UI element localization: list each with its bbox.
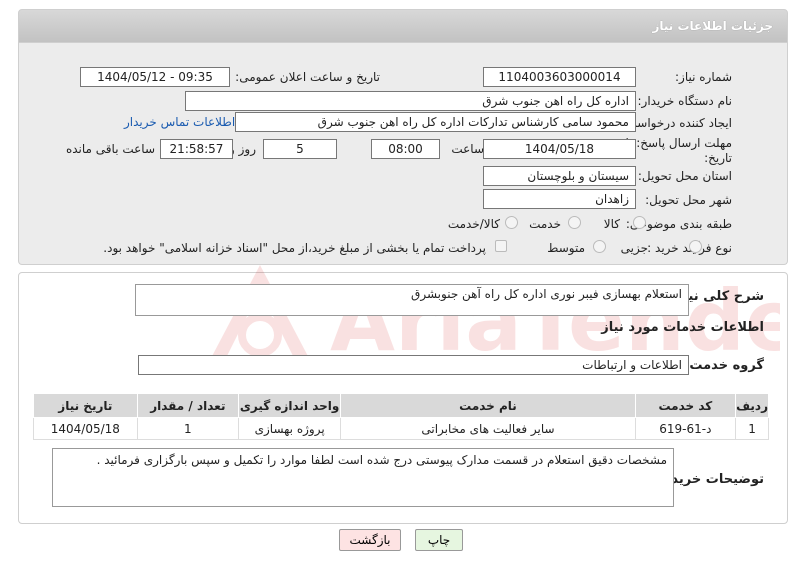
treasury-payment-checkbox[interactable]: [495, 240, 507, 252]
back-button[interactable]: بازگشت: [339, 529, 401, 551]
buyer-org-label: نام دستگاه خریدار:: [637, 94, 733, 108]
category-service-label: خدمت: [529, 217, 561, 231]
cell-quantity: 1: [136, 417, 239, 440]
col-row-number: ردیف: [735, 393, 769, 418]
process-medium-radio[interactable]: [593, 240, 606, 253]
category-goods-label: کالا: [603, 217, 620, 231]
deadline-label: مهلت ارسال پاسخ: تا تاریخ:: [625, 136, 732, 165]
panel-header: جزئیات اطلاعات نیاز: [18, 9, 788, 43]
creator-label: ایجاد کننده درخواست:: [621, 116, 732, 130]
cell-row-number: 1: [735, 417, 769, 440]
cell-service-code: د-61-619: [634, 417, 737, 440]
table-row: 1 د-61-619 سایر فعالیت های مخابراتی پروژ…: [33, 417, 769, 440]
remaining-time-field: 21:58:57: [160, 139, 233, 159]
city-field: زاهدان: [483, 189, 636, 209]
category-both-radio[interactable]: [505, 216, 518, 229]
category-service-radio[interactable]: [568, 216, 581, 229]
services-table: ردیف کد خدمت نام خدمت واحد اندازه گیری ت…: [33, 393, 769, 440]
province-field: سیستان و بلوچستان: [483, 166, 636, 186]
province-label: استان محل تحویل:: [637, 169, 732, 183]
category-goods-radio[interactable]: [633, 216, 646, 229]
panel-title: جزئیات اطلاعات نیاز: [652, 19, 773, 33]
print-button[interactable]: چاپ: [415, 529, 463, 551]
announce-datetime-field: 1404/05/12 - 09:35: [80, 67, 230, 87]
city-label: شهر محل تحویل:: [645, 193, 732, 207]
service-group-field: اطلاعات و ارتباطات: [138, 355, 689, 375]
services-section-title: اطلاعات خدمات مورد نیاز: [601, 320, 764, 335]
need-number-field: 1104003603000014: [483, 67, 636, 87]
col-quantity: تعداد / مقدار: [136, 393, 239, 418]
buyer-notes-textarea[interactable]: مشخصات دقیق استعلام در قسمت مدارک پیوستی…: [52, 448, 674, 507]
time-label: ساعت: [451, 142, 484, 156]
creator-field: محمود سامی کارشناس تدارکات اداره کل راه …: [235, 112, 636, 132]
buyer-org-field: اداره کل راه اهن جنوب شرق: [185, 91, 636, 111]
process-minor-radio[interactable]: [689, 240, 702, 253]
col-service-code: کد خدمت: [634, 393, 737, 418]
cell-need-date: 1404/05/18: [33, 417, 138, 440]
days-field: 5: [263, 139, 337, 159]
summary-textarea[interactable]: استعلام بهسازی فیبر نوری اداره کل راه آه…: [135, 284, 689, 316]
service-group-label: گروه خدمت:: [684, 358, 764, 373]
cell-service-name: سایر فعالیت های مخابراتی: [340, 417, 636, 440]
deadline-time-field: 08:00: [371, 139, 440, 159]
category-both-label: کالا/خدمت: [447, 217, 500, 231]
col-service-name: نام خدمت: [340, 393, 636, 418]
col-unit: واحد اندازه گیری: [237, 393, 342, 418]
process-minor-label: جزیی: [620, 241, 648, 255]
deadline-date-field: 1404/05/18: [483, 139, 636, 159]
days-label: روز و: [229, 142, 256, 156]
need-number-label: شماره نیاز:: [675, 70, 732, 84]
process-medium-label: متوسط: [547, 241, 585, 255]
announce-label: تاریخ و ساعت اعلان عمومی:: [235, 70, 380, 84]
buyer-contact-link[interactable]: اطلاعات تماس خریدار: [124, 115, 235, 129]
remaining-label: ساعت باقی مانده: [65, 142, 155, 156]
col-need-date: تاریخ نیاز: [33, 393, 138, 418]
cell-unit: پروژه بهسازی: [237, 417, 342, 440]
services-table-header: ردیف کد خدمت نام خدمت واحد اندازه گیری ت…: [33, 393, 769, 418]
treasury-payment-note: پرداخت تمام یا بخشی از مبلغ خرید،از محل …: [103, 241, 486, 255]
